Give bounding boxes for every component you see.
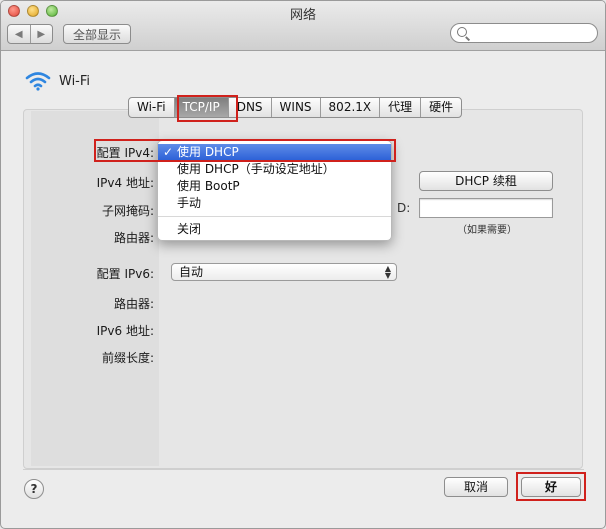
tab-8021x[interactable]: 802.1X [319, 98, 380, 117]
search-input[interactable] [450, 23, 598, 43]
tab-hardware[interactable]: 硬件 [420, 98, 461, 117]
ipv4-router-label: 路由器: [113, 231, 154, 245]
dhcp-client-id-field[interactable] [419, 198, 553, 218]
client-id-hint: （如果需要） [457, 225, 517, 236]
ipv4-config-label: 配置 IPv4: [96, 146, 154, 160]
menu-item-off[interactable]: 关闭 [158, 221, 391, 238]
ipv4-address-label: IPv4 地址: [96, 176, 154, 190]
cancel-button[interactable]: 取消 [444, 477, 508, 497]
ok-button[interactable]: 好 [521, 477, 581, 497]
menu-item-bootp[interactable]: 使用 BootP [158, 178, 391, 195]
interface-header: Wi-Fi [25, 71, 90, 91]
popup-arrows-icon: ▲ ▼ [384, 264, 391, 280]
back-forward-control: ◀ ▶ [7, 24, 53, 44]
subnet-mask-label: 子网掩码: [101, 204, 154, 218]
forward-icon[interactable]: ▶ [29, 25, 53, 43]
show-all-button[interactable]: 全部显示 [63, 24, 131, 44]
ipv6-config-popup[interactable]: 自动 ▲ ▼ [171, 263, 397, 281]
tab-bar: Wi-Fi TCP/IP DNS WINS 802.1X 代理 硬件 [128, 97, 463, 118]
menu-item-dhcp-manual[interactable]: 使用 DHCP（手动设定地址） [158, 161, 391, 178]
tab-tcpip[interactable]: TCP/IP [173, 98, 228, 117]
window-title: 网络 [289, 8, 316, 23]
ipv6-router-label: 路由器: [113, 297, 154, 311]
services-sidebar-dimmed [31, 111, 159, 466]
ipv6-config-value: 自动 [179, 265, 204, 279]
tab-wins[interactable]: WINS [270, 98, 320, 117]
tab-proxy[interactable]: 代理 [379, 98, 420, 117]
network-prefs-window: 网络 ◀ ▶ 全部显示 Wi-Fi Wi-Fi TCP/IP DNS WINS … [0, 0, 606, 529]
interface-name: Wi-Fi [59, 73, 91, 89]
dhcp-renew-button[interactable]: DHCP 续租 [419, 171, 553, 191]
titlebar: 网络 ◀ ▶ 全部显示 [1, 1, 605, 51]
ipv6-address-label: IPv6 地址: [96, 324, 154, 338]
menu-separator [158, 216, 391, 217]
tab-wifi[interactable]: Wi-Fi [129, 98, 174, 117]
footer-divider [23, 469, 584, 470]
menu-item-manual[interactable]: 手动 [158, 195, 391, 212]
prefix-length-label: 前缀长度: [101, 351, 154, 365]
wifi-icon [25, 72, 51, 91]
ipv4-config-menu: ✓ 使用 DHCP 使用 DHCP（手动设定地址） 使用 BootP 手动 关闭 [157, 140, 392, 241]
tab-dns[interactable]: DNS [227, 98, 271, 117]
search-icon [457, 27, 467, 37]
back-icon[interactable]: ◀ [8, 25, 30, 43]
dhcp-client-id-label: D: [397, 201, 411, 215]
menu-item-dhcp[interactable]: ✓ 使用 DHCP [158, 144, 391, 161]
help-button[interactable]: ? [24, 479, 44, 499]
checkmark-icon: ✓ [163, 145, 174, 159]
ipv6-config-label: 配置 IPv6: [96, 267, 154, 281]
